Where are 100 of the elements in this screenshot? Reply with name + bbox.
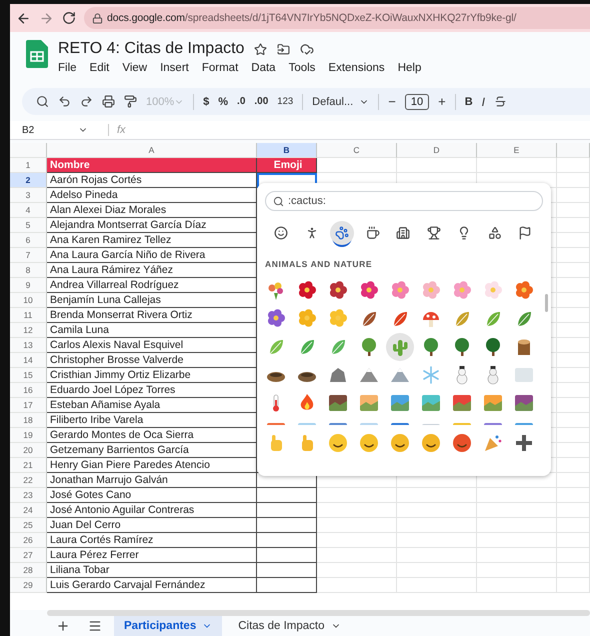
row-header[interactable]: 25	[10, 518, 47, 533]
italic-button[interactable]: I	[482, 94, 485, 108]
row-header[interactable]: 5	[10, 218, 47, 233]
row-header[interactable]: 15	[10, 368, 47, 383]
column-header[interactable]: A	[47, 143, 257, 158]
font-dropdown[interactable]: Defaul...	[312, 96, 370, 108]
flower-icon[interactable]	[266, 309, 286, 329]
cloud-check-icon[interactable]	[300, 42, 314, 56]
row-header[interactable]: 16	[10, 383, 47, 398]
flower-icon[interactable]	[328, 281, 348, 301]
bouquet-icon[interactable]	[266, 281, 286, 301]
flower-icon[interactable]	[514, 281, 534, 301]
menu-item[interactable]: Data	[251, 62, 276, 74]
row-header[interactable]: 9	[10, 278, 47, 293]
name-box[interactable]: B2	[22, 124, 72, 136]
smiley-icon[interactable]	[421, 433, 441, 453]
row-header[interactable]: 3	[10, 188, 47, 203]
menu-item[interactable]: Insert	[160, 62, 189, 74]
smiley-icon[interactable]	[390, 433, 410, 453]
tree-icon[interactable]	[359, 337, 379, 357]
row-header[interactable]: 29	[10, 578, 47, 593]
mushroom-icon[interactable]	[421, 309, 441, 329]
row-header[interactable]: 18	[10, 413, 47, 428]
menu-item[interactable]: Edit	[90, 62, 110, 74]
landscape-icon[interactable]	[452, 393, 472, 413]
menu-item[interactable]: View	[122, 62, 148, 74]
smiley-icon[interactable]	[452, 433, 472, 453]
currency-button[interactable]: $	[203, 96, 210, 108]
row-header[interactable]: 2	[10, 173, 47, 188]
undo-icon[interactable]	[58, 95, 71, 108]
row-header[interactable]: 19	[10, 428, 47, 443]
rock-icon[interactable]	[328, 365, 348, 385]
sheet-tab[interactable]: Participantes	[114, 616, 222, 636]
corner-cell[interactable]	[10, 143, 47, 158]
row-header[interactable]: 8	[10, 263, 47, 278]
percent-button[interactable]: %	[218, 96, 228, 108]
landscape-icon[interactable]	[390, 393, 410, 413]
back-button[interactable]	[16, 10, 31, 26]
row-header[interactable]: 4	[10, 203, 47, 218]
scrollbar-thumb[interactable]	[545, 294, 548, 312]
landscape-icon[interactable]	[328, 393, 348, 413]
column-header[interactable]: E	[477, 143, 557, 158]
menu-item[interactable]: Help	[398, 62, 422, 74]
star-icon[interactable]	[254, 42, 268, 56]
row-header[interactable]: 17	[10, 398, 47, 413]
smiley-icon[interactable]	[328, 433, 348, 453]
row-header[interactable]: 11	[10, 308, 47, 323]
emoji-search-field[interactable]: :cactus:	[265, 191, 543, 211]
row-header[interactable]: 14	[10, 353, 47, 368]
flower-icon[interactable]	[390, 281, 410, 301]
print-icon[interactable]	[102, 95, 115, 108]
number-format-button[interactable]: 123	[277, 96, 294, 107]
menu-item[interactable]: Format	[202, 62, 238, 74]
landscape-icon[interactable]	[514, 393, 534, 413]
strikethrough-icon[interactable]	[494, 95, 507, 108]
party-popper-icon[interactable]	[483, 433, 503, 453]
category-tab[interactable]	[330, 221, 354, 245]
row-header[interactable]: 7	[10, 248, 47, 263]
menu-item[interactable]: Extensions	[328, 62, 385, 74]
tree-icon[interactable]	[452, 337, 472, 357]
tree-icon[interactable]	[483, 337, 503, 357]
decrease-size-button[interactable]: −	[388, 94, 396, 109]
row-header[interactable]: 12	[10, 323, 47, 338]
flower-icon[interactable]	[359, 281, 379, 301]
tree-icon[interactable]	[421, 337, 441, 357]
bold-button[interactable]: B	[464, 96, 473, 108]
redo-icon[interactable]	[80, 95, 93, 108]
row-header[interactable]: 24	[10, 503, 47, 518]
smiley-icon[interactable]	[359, 433, 379, 453]
row-header[interactable]: 1	[10, 158, 47, 173]
row-header[interactable]: 10	[10, 293, 47, 308]
increase-size-button[interactable]: +	[438, 94, 446, 109]
sheet-tab[interactable]: Citas de Impacto	[228, 616, 351, 636]
row-header[interactable]: 13	[10, 338, 47, 353]
horizontal-scrollbar[interactable]	[47, 610, 590, 616]
row-header[interactable]: 21	[10, 458, 47, 473]
menu-item[interactable]: Tools	[288, 62, 316, 74]
reload-button[interactable]	[62, 11, 76, 25]
row-header[interactable]: 28	[10, 563, 47, 578]
sheets-logo-icon[interactable]	[26, 40, 48, 68]
row-header[interactable]: 27	[10, 548, 47, 563]
menu-item[interactable]: File	[58, 62, 77, 74]
cactus-icon[interactable]	[390, 337, 410, 357]
paint-format-icon[interactable]	[124, 95, 137, 108]
column-header[interactable]: C	[317, 143, 397, 158]
flower-icon[interactable]	[297, 281, 317, 301]
column-header[interactable]: D	[397, 143, 477, 158]
row-header[interactable]: 26	[10, 533, 47, 548]
search-icon[interactable]	[36, 95, 49, 108]
landscape-icon[interactable]	[483, 393, 503, 413]
document-title[interactable]: RETO 4: Citas de Impacto	[58, 40, 244, 58]
column-header[interactable]: B	[257, 143, 317, 158]
increase-decimals-button[interactable]: .00	[254, 96, 268, 107]
row-header[interactable]: 20	[10, 443, 47, 458]
row-header[interactable]: 6	[10, 233, 47, 248]
decrease-decimals-button[interactable]: .0	[237, 96, 246, 107]
row-header[interactable]: 22	[10, 473, 47, 488]
address-bar[interactable]: docs.google.com/spreadsheets/d/1jT64VN7IrYb5NQDxeZ-KOiWauxNXHKQ27rYfb9ke-gl/	[84, 7, 590, 29]
row-header[interactable]: 23	[10, 488, 47, 503]
font-size-field[interactable]: 10	[404, 94, 430, 110]
